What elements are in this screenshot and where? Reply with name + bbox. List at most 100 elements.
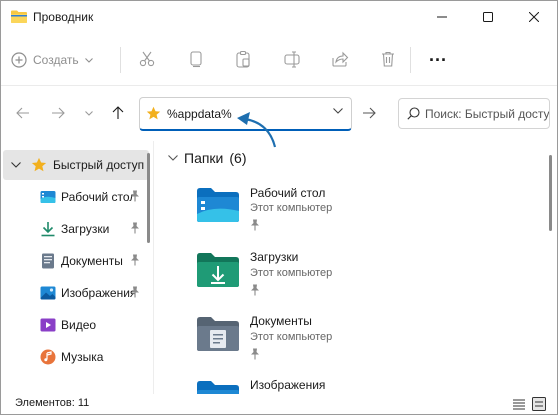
chevron-down-icon[interactable] [11,162,21,168]
sidebar-item-music[interactable]: Музыка [3,342,149,372]
folder-location: Этот компьютер [250,331,333,343]
cut-button[interactable] [136,48,158,70]
folder-name: Загрузки [250,250,299,264]
sidebar-item-label: Рабочий стол [61,190,137,204]
rename-icon [284,51,300,68]
annotation-arrow-icon [237,112,277,148]
pictures-icon [40,286,56,300]
sidebar-item-documents[interactable]: Документы [3,246,149,276]
chevron-down-icon [85,110,93,116]
desktop-icon [40,191,56,203]
sidebar-item-video[interactable]: Видео [3,310,149,340]
command-bar: Создать ... [1,37,557,83]
clipboard-icon [236,50,250,68]
arrow-left-icon [16,107,29,119]
tiles-view-icon[interactable] [532,397,546,411]
chevron-down-icon[interactable] [333,108,343,114]
pin-icon [131,190,139,202]
folder-location: Этот компьютер [250,267,333,279]
back-button[interactable] [13,102,33,124]
desktop-folder-icon [197,188,239,222]
star-icon [146,106,161,120]
pin-icon [131,254,139,266]
pin-icon [251,348,259,360]
music-icon [40,349,56,365]
folder-tile-desktop[interactable]: Рабочий стол Этот компьютер [196,185,516,245]
go-button[interactable] [358,102,380,124]
sidebar-item-quick-access[interactable]: Быстрый доступ [3,150,149,180]
sidebar-item-label: Музыка [61,350,104,364]
sidebar-item-label: Документы [61,254,123,268]
downloads-folder-icon [197,253,239,287]
share-icon [332,51,349,67]
video-icon [40,318,56,332]
scissors-icon [139,51,155,67]
forward-button[interactable] [48,102,68,124]
toolbar-separator [120,47,121,73]
minimize-icon [437,16,447,18]
pin-icon [131,286,139,298]
sidebar-item-label: Быстрый доступ [53,158,145,172]
copy-button[interactable] [185,48,207,70]
pin-icon [131,222,139,234]
folder-location: Этот компьютер [250,202,333,214]
arrow-up-icon [112,106,124,119]
sidebar-item-downloads[interactable]: Загрузки [3,214,149,244]
delete-button[interactable] [377,48,399,70]
toolbar-divider [1,85,557,86]
search-icon [407,107,420,120]
sidebar-item-label: Загрузки [61,222,110,236]
folder-tile-downloads[interactable]: Загрузки Этот компьютер [196,250,516,310]
sidebar-item-desktop[interactable]: Рабочий стол [3,182,149,212]
up-button[interactable] [108,102,128,124]
create-label: Создать [33,53,79,67]
toolbar-separator [410,47,411,73]
group-count: (6) [229,150,247,166]
arrow-right-icon [363,107,376,119]
content-scrollbar[interactable] [549,155,552,231]
navigation-scrollbar[interactable] [147,153,150,243]
sidebar-item-label: Видео [61,318,97,332]
documents-icon [42,253,54,269]
pane-divider[interactable] [153,141,154,394]
more-options-button[interactable]: ... [426,46,450,70]
folder-name: Изображения [250,378,326,392]
search-placeholder: Поиск: Быстрый доступ [425,107,550,121]
explorer-window: Проводник Создать ... %appdata% Поиск: Б… [0,0,558,415]
download-icon [41,222,55,237]
minimize-button[interactable] [419,1,465,33]
folders-group-header[interactable]: Папки (6) [168,150,247,166]
group-label: Папки [184,150,224,166]
star-icon [31,157,47,172]
folder-name: Рабочий стол [250,186,326,200]
create-button[interactable]: Создать [11,47,93,73]
share-button[interactable] [329,48,351,70]
close-icon [529,12,539,22]
close-button[interactable] [511,1,557,33]
chevron-down-icon [84,57,93,63]
copy-icon [190,51,202,68]
search-box[interactable]: Поиск: Быстрый доступ [398,98,550,129]
rename-button[interactable] [281,48,303,70]
file-explorer-icon [11,10,27,23]
paste-button[interactable] [232,48,254,70]
recent-locations-button[interactable] [79,102,99,124]
arrow-right-icon [52,107,65,119]
sidebar-item-pictures[interactable]: Изображения [3,278,149,308]
maximize-button[interactable] [465,1,511,33]
documents-folder-icon [197,317,239,351]
window-title: Проводник [33,10,94,24]
folder-tile-documents[interactable]: Документы Этот компьютер [196,314,516,374]
pin-icon [251,284,259,296]
folder-tile-pictures[interactable]: Изображения [196,378,516,394]
sidebar-item-label: Изображения [61,286,137,300]
navigation-pane: Быстрый доступ Рабочий стол Загрузки Док… [1,149,151,394]
details-view-icon[interactable] [512,397,526,411]
item-count: Элементов: 11 [15,397,90,409]
status-bar: Элементов: 11 [1,394,557,414]
chevron-down-icon [168,155,178,161]
trash-icon [382,51,394,67]
maximize-icon [483,12,493,22]
plus-circle-icon [11,52,27,68]
folder-name: Документы [250,314,312,328]
